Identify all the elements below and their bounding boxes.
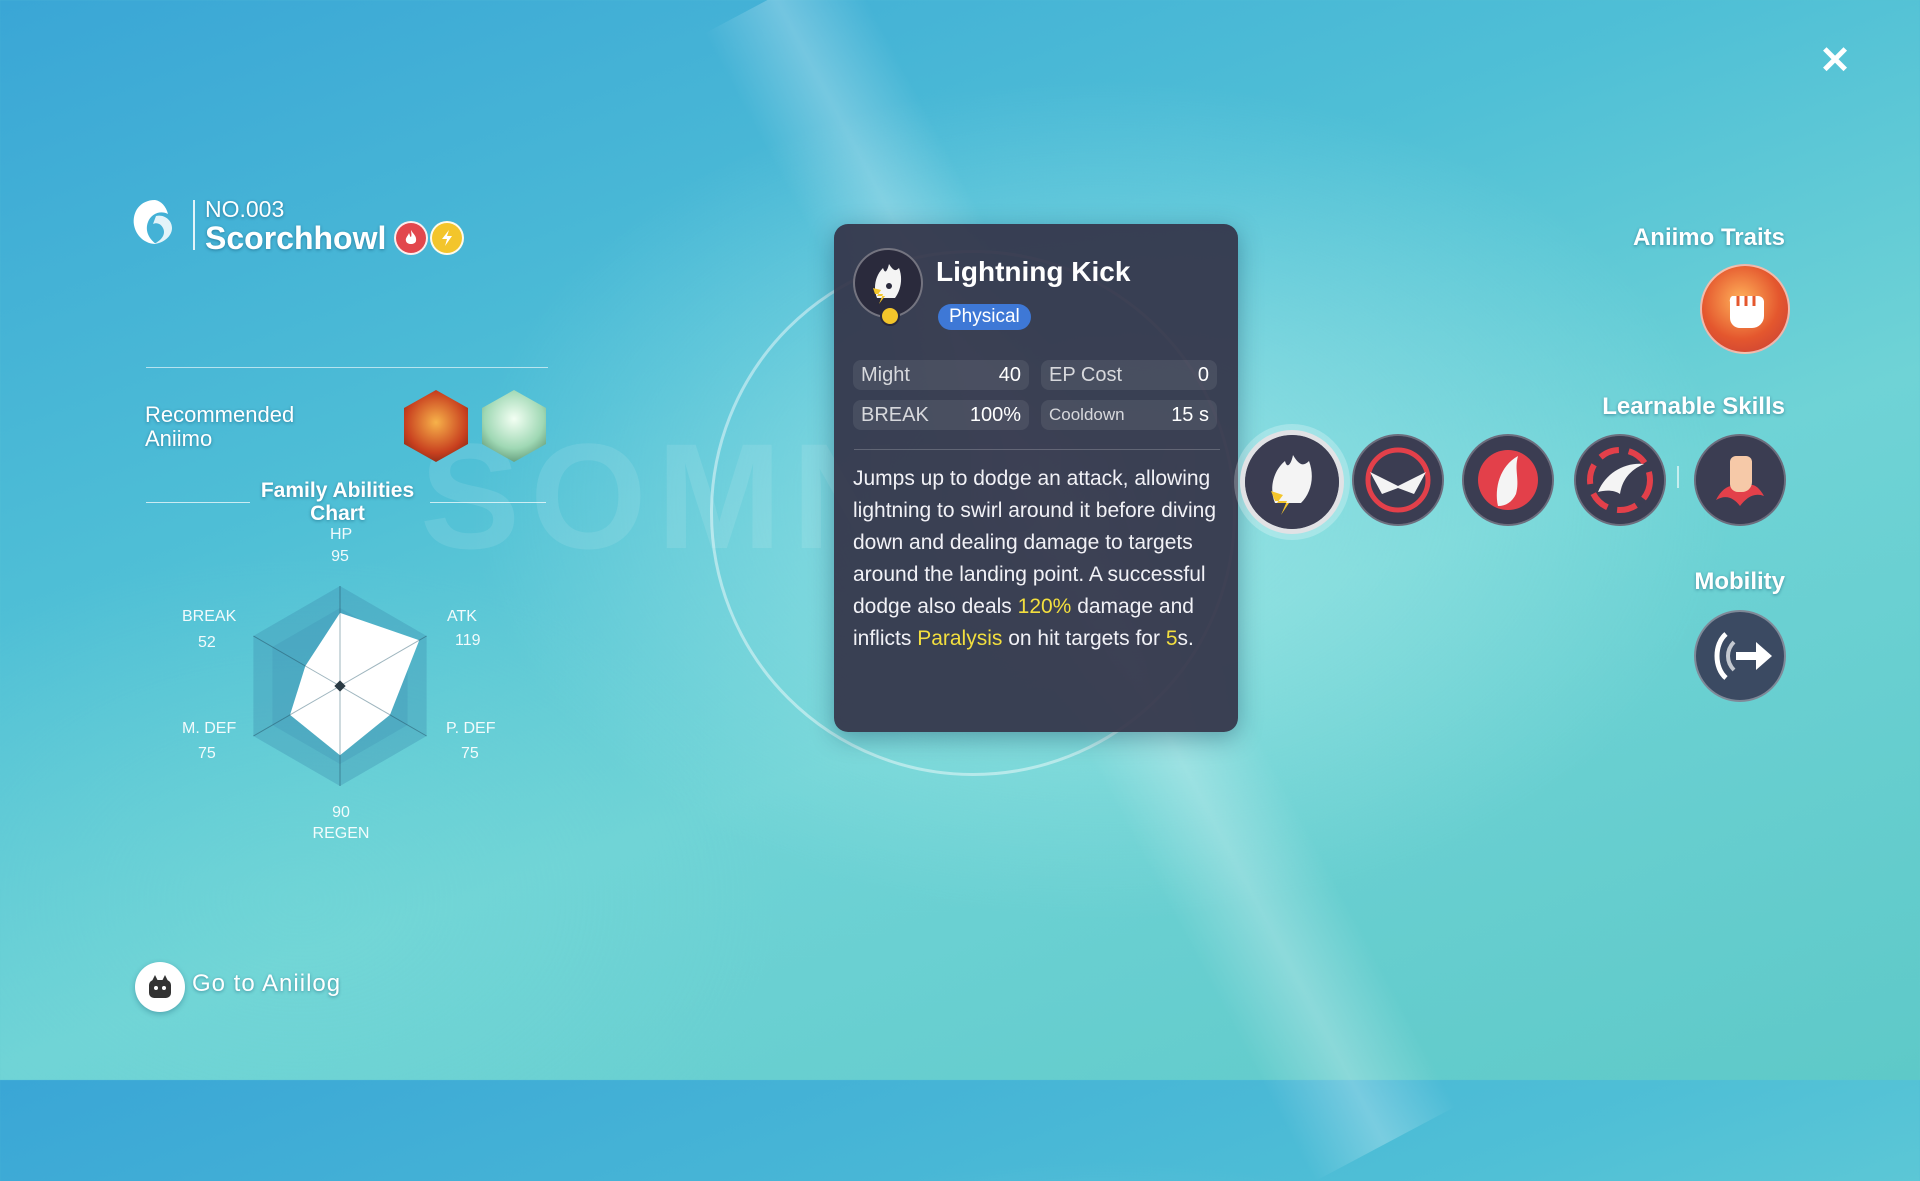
stat-value-atk: 119 — [455, 632, 481, 649]
break-value: 100% — [969, 403, 1021, 426]
go-to-aniilog-link[interactable]: Go to Aniilog — [192, 970, 341, 998]
might-stat: Might 40 — [853, 360, 1029, 390]
stat-value-mdef: 75 — [198, 745, 216, 762]
ep-cost-label: EP Cost — [1049, 363, 1122, 386]
header-divider — [193, 200, 195, 250]
damage-type-badge: Physical — [938, 304, 1031, 330]
skill-description: Jumps up to dodge an attack, allowing li… — [853, 463, 1223, 655]
cooldown-stat: Cooldown 15 s — [1041, 400, 1217, 430]
stat-value-break: 52 — [198, 634, 216, 651]
break-stat: BREAK 100% — [853, 400, 1029, 430]
desc-highlight-status: Paralysis — [917, 627, 1003, 650]
recommended-label-line2: Aniimo — [145, 426, 213, 451]
skill-slot-lightning-kick[interactable] — [1240, 430, 1344, 534]
skill-slot-claw-slash-icon[interactable] — [1574, 434, 1666, 526]
species-name: Scorchhowl — [205, 220, 387, 256]
desc-text: s. — [1177, 627, 1194, 650]
skill-name: Lightning Kick — [936, 256, 1131, 287]
close-button[interactable]: ✕ — [1812, 38, 1858, 84]
desc-highlight-duration: 5 — [1165, 627, 1178, 650]
desc-text: on hit targets for — [1002, 627, 1166, 650]
family-abilities-radar-chart — [253, 586, 427, 786]
stat-label-hp: HP — [330, 526, 353, 543]
mobility-title: Mobility — [1694, 568, 1785, 595]
ep-cost-stat: EP Cost 0 — [1041, 360, 1217, 390]
stat-value-regen: 90 — [332, 804, 350, 821]
stat-label-break: BREAK — [182, 608, 237, 625]
skill-slot-flame-punch-icon[interactable] — [1694, 434, 1786, 526]
cooldown-label: Cooldown — [1049, 405, 1125, 424]
might-value: 40 — [998, 363, 1021, 386]
fire-type-icon — [394, 221, 428, 255]
break-label: BREAK — [861, 403, 929, 426]
chart-title-line2: Chart — [310, 502, 365, 525]
stat-label-atk: ATK — [447, 608, 477, 625]
fist-trait-icon[interactable] — [1700, 264, 1790, 354]
electric-type-icon — [430, 221, 464, 255]
stat-value-pdef: 75 — [461, 745, 479, 762]
skill-separator — [1677, 466, 1679, 488]
aniimo-traits-title: Aniimo Traits — [1632, 224, 1785, 251]
desc-highlight-damage: 120% — [1017, 595, 1072, 618]
might-label: Might — [861, 363, 910, 386]
recommended-label: Recommended Aniimo — [145, 403, 345, 451]
family-abilities-chart-title: Family Abilities Chart — [255, 479, 420, 525]
stat-label-pdef: P. DEF — [446, 720, 496, 737]
stat-label-regen: REGEN — [312, 825, 370, 842]
dash-mobility-icon[interactable] — [1694, 610, 1786, 702]
skill-slot-howl-icon[interactable] — [1462, 434, 1554, 526]
cooldown-value: 15 s — [1171, 403, 1209, 426]
card-divider — [854, 449, 1220, 450]
aniilog-icon[interactable] — [135, 962, 185, 1012]
chart-title-line1: Family Abilities — [260, 479, 415, 502]
learnable-skills-title: Learnable Skills — [1602, 393, 1785, 420]
electric-element-dot-icon — [880, 306, 900, 326]
stat-label-mdef: M. DEF — [182, 720, 237, 737]
section-divider — [146, 367, 548, 368]
chart-title-line-left — [146, 502, 250, 503]
species-number: NO.003 — [205, 196, 285, 222]
skill-slot-wing-strike-icon[interactable] — [1352, 434, 1444, 526]
ep-cost-value: 0 — [1197, 363, 1209, 386]
species-logo-icon — [133, 200, 172, 244]
recommended-label-line1: Recommended — [145, 402, 295, 427]
chart-title-line-right — [430, 502, 546, 503]
stat-value-hp: 95 — [331, 548, 349, 565]
